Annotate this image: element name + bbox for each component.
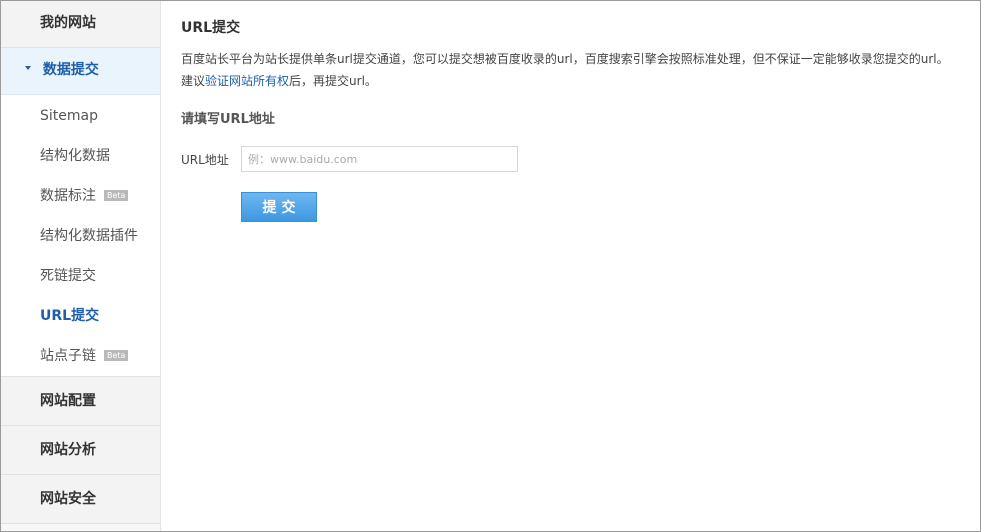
sidebar-item-structured-plugin[interactable]: 结构化数据插件 xyxy=(1,216,160,256)
nav-group-site-config[interactable]: 网站配置 xyxy=(1,377,160,426)
page-title: URL提交 xyxy=(181,20,241,36)
nav-group-label: 我的网站 xyxy=(40,15,96,31)
nav-group-my-site[interactable]: 我的网站 xyxy=(1,1,160,48)
nav-group-label: 网站安全 xyxy=(40,491,96,507)
nav-group-site-analysis[interactable]: 网站分析 xyxy=(1,426,160,475)
description-prefix: 建议 xyxy=(181,74,206,88)
sidebar-item-label: Sitemap xyxy=(40,108,98,124)
url-form-row: URL地址 xyxy=(181,146,960,172)
nav-group-label: 网站配置 xyxy=(40,393,96,409)
sidebar-item-sitemap[interactable]: Sitemap xyxy=(1,96,160,136)
sidebar-item-label: 死链提交 xyxy=(40,268,96,284)
url-label: URL地址 xyxy=(181,152,229,167)
sidebar-item-label: 数据标注 xyxy=(40,188,96,204)
url-input[interactable] xyxy=(241,146,518,172)
sidebar-item-url-submit[interactable]: URL提交 xyxy=(1,296,160,336)
description-line: 建议验证网站所有权后，再提交url。 xyxy=(181,70,960,92)
sidebar-item-dead-link[interactable]: 死链提交 xyxy=(1,256,160,296)
description-line: 百度站长平台为站长提供单条url提交通道，您可以提交想被百度收录的url，百度搜… xyxy=(181,52,949,66)
nav-group-data-submit[interactable]: 数据提交 xyxy=(1,48,160,95)
sidebar: 我的网站 数据提交 Sitemap 结构化数据 数据标注 Beta 结构化数据插件… xyxy=(1,1,161,531)
description-suffix: 后，再提交url。 xyxy=(289,74,377,88)
sidebar-item-label: 结构化数据插件 xyxy=(40,228,138,244)
verify-ownership-link[interactable]: 验证网站所有权 xyxy=(205,74,289,88)
sub-nav-list: Sitemap 结构化数据 数据标注 Beta 结构化数据插件 死链提交 URL提… xyxy=(1,95,160,377)
sidebar-item-label: URL提交 xyxy=(40,308,100,324)
caret-down-icon xyxy=(25,66,31,70)
beta-badge: Beta xyxy=(104,189,129,201)
section-title: 请填写URL地址 xyxy=(181,112,275,127)
sidebar-item-label: 结构化数据 xyxy=(40,148,110,164)
submit-button[interactable]: 提交 xyxy=(241,192,317,222)
nav-group-label: 数据提交 xyxy=(42,62,99,78)
sidebar-item-label: 站点子链 xyxy=(40,348,96,364)
nav-group-label: 网站分析 xyxy=(40,442,96,458)
nav-group-site-security[interactable]: 网站安全 xyxy=(1,475,160,524)
app-window: 我的网站 数据提交 Sitemap 结构化数据 数据标注 Beta 结构化数据插件… xyxy=(0,0,981,532)
sidebar-item-site-sublinks[interactable]: 站点子链 Beta xyxy=(1,336,160,376)
main-content: URL提交 百度站长平台为站长提供单条url提交通道，您可以提交想被百度收录的u… xyxy=(181,1,960,222)
sidebar-item-structured-data[interactable]: 结构化数据 xyxy=(1,136,160,176)
beta-badge: Beta xyxy=(104,349,129,361)
page-description: 百度站长平台为站长提供单条url提交通道，您可以提交想被百度收录的url，百度搜… xyxy=(181,48,960,92)
sidebar-item-data-annotation[interactable]: 数据标注 Beta xyxy=(1,176,160,216)
